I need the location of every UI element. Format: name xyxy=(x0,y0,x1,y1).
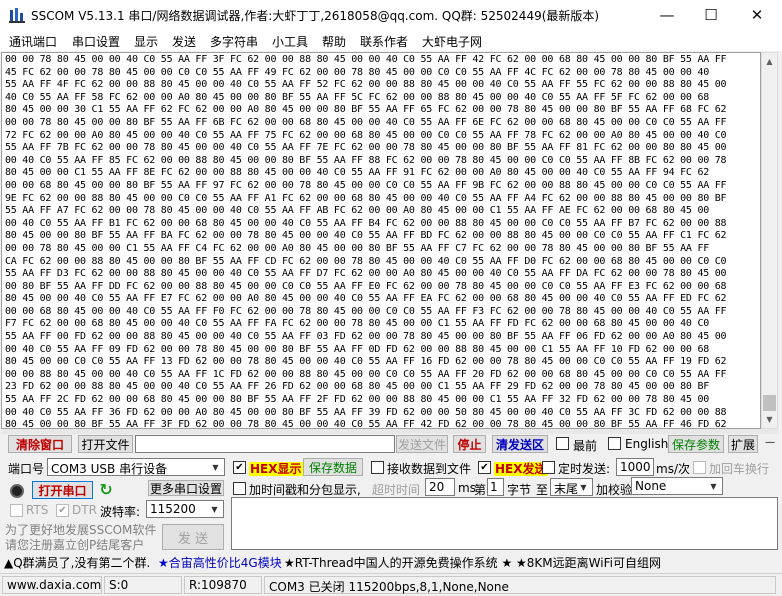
close-icon: ✕ xyxy=(750,6,764,24)
status-bar: www.daxia.com S:0 R:109870 COM3 已关闭 1152… xyxy=(0,573,782,596)
frontmost-label: 最前 xyxy=(573,439,598,453)
menu-comm-port[interactable]: 通讯端口 xyxy=(9,33,57,50)
menu-tools[interactable]: 小工具 xyxy=(272,33,308,50)
horizontal-scrollbar[interactable] xyxy=(1,429,778,434)
scroll-down-icon[interactable]: ▼ xyxy=(762,411,777,428)
byte-prefix: 第 xyxy=(474,483,487,497)
menu-serial-settings[interactable]: 串口设置 xyxy=(72,33,120,50)
close-button[interactable]: ✕ xyxy=(734,0,780,30)
byte-suffix: 字节 xyxy=(507,483,532,497)
timed-send-checkbox[interactable] xyxy=(542,461,555,474)
rts-checkbox[interactable] xyxy=(10,504,23,517)
ad-4g-module[interactable]: ★合宙高性价比4G模块 xyxy=(158,554,282,571)
hex-send-label: HEX发送 xyxy=(494,462,548,476)
menu-contact-author[interactable]: 联系作者 xyxy=(360,33,408,50)
recv-to-file-label: 接收数据到文件 xyxy=(387,462,472,476)
expand-button[interactable]: 扩展 xyxy=(728,435,758,453)
baud-select[interactable]: 115200 ▼ xyxy=(146,500,224,518)
chevron-down-icon: ▼ xyxy=(710,481,717,491)
status-send-count: S:0 xyxy=(104,576,182,594)
checksum-select[interactable]: None ▼ xyxy=(631,477,723,495)
ad-rtthread[interactable]: ★RT-Thread中国人的开源免费操作系统 ★ ★8KM远距离WiFi可自组网 xyxy=(284,554,661,571)
port-select[interactable]: COM3 USB 串行设备 ▼ xyxy=(47,458,225,476)
chevron-down-icon: ▼ xyxy=(212,462,219,472)
menu-daxia-site[interactable]: 大虾电子网 xyxy=(422,33,482,50)
send-file-button[interactable]: 发送文件 xyxy=(396,435,448,453)
minimize-button[interactable]: — xyxy=(644,0,690,30)
hex-display-checkbox[interactable]: ✔ xyxy=(233,461,246,474)
port-status-icon xyxy=(10,484,24,498)
to-label: 至 xyxy=(536,483,549,497)
port-number-label: 端口号 xyxy=(8,462,45,476)
add-crlf-checkbox[interactable] xyxy=(693,461,706,474)
interval-unit: ms/次 xyxy=(656,462,690,476)
end-select-value: 末尾 xyxy=(554,482,579,496)
receive-data-text: 00 00 78 80 45 00 00 40 C0 55 AA FF 3F F… xyxy=(5,54,727,429)
port-select-value: COM3 USB 串行设备 xyxy=(51,462,168,476)
menu-bar: 通讯端口 串口设置 显示 发送 多字符串 小工具 帮助 联系作者 大虾电子网 xyxy=(0,30,782,51)
menu-display[interactable]: 显示 xyxy=(134,33,158,50)
save-params-button[interactable]: 保存参数 xyxy=(668,435,724,453)
status-port-state: COM3 已关闭 115200bps,8,1,None,None xyxy=(264,576,776,594)
vertical-scrollbar[interactable]: ▲ ▼ xyxy=(761,52,778,429)
add-crlf-label: 加回车换行 xyxy=(709,462,770,476)
refresh-icon[interactable]: ↻ xyxy=(97,480,115,499)
menu-multi-string[interactable]: 多字符串 xyxy=(210,33,258,50)
collapse-icon[interactable]: — xyxy=(762,437,778,451)
ad-bar: ▲Q群满员了,没有第二个群. ★合宙高性价比4G模块 ★RT-Thread中国人… xyxy=(0,551,782,570)
checksum-select-value: None xyxy=(635,479,667,493)
menu-send[interactable]: 发送 xyxy=(172,33,196,50)
scroll-thumb[interactable] xyxy=(763,395,776,411)
timeout-input[interactable]: 20 xyxy=(425,478,455,496)
timestamp-checkbox[interactable] xyxy=(233,482,246,495)
chevron-down-icon: ▼ xyxy=(580,482,587,492)
send-text-area[interactable] xyxy=(231,497,778,550)
minimize-icon: — xyxy=(659,6,675,24)
send-button[interactable]: 发 送 xyxy=(162,524,224,550)
baud-label: 波特率: xyxy=(100,505,141,519)
menu-help[interactable]: 帮助 xyxy=(322,33,346,50)
more-settings-button[interactable]: 更多串口设置 xyxy=(148,480,224,496)
english-checkbox[interactable] xyxy=(608,437,621,450)
dtr-label: DTR xyxy=(72,503,97,517)
checksum-label: 加校验 xyxy=(596,483,633,497)
chevron-down-icon: ▼ xyxy=(211,504,218,514)
hex-send-checkbox[interactable]: ✔ xyxy=(478,461,491,474)
open-file-button[interactable]: 打开文件 xyxy=(78,435,133,453)
scroll-up-icon[interactable]: ▲ xyxy=(762,53,777,70)
english-label: English xyxy=(625,437,669,451)
receive-data-area[interactable]: 00 00 78 80 45 00 00 40 C0 55 AA FF 3F F… xyxy=(1,52,761,429)
clear-window-button[interactable]: 清除窗口 xyxy=(8,435,72,453)
hex-display-label: HEX显示 xyxy=(249,462,303,476)
recv-to-file-checkbox[interactable] xyxy=(371,461,384,474)
timed-send-label: 定时发送: xyxy=(558,462,611,476)
title-bar[interactable]: SSCOM V5.13.1 串口/网络数据调试器,作者:大虾丁丁,2618058… xyxy=(0,0,782,30)
stop-button[interactable]: 停止 xyxy=(453,435,486,453)
byte-index-input[interactable]: 1 xyxy=(487,478,504,496)
rts-label: RTS xyxy=(26,503,49,517)
app-icon xyxy=(9,8,25,23)
window-title: SSCOM V5.13.1 串口/网络数据调试器,作者:大虾丁丁,2618058… xyxy=(31,9,600,23)
maximize-button[interactable]: ☐ xyxy=(688,0,734,30)
ad-group-notice[interactable]: ▲Q群满员了,没有第二个群. xyxy=(4,554,150,571)
save-data-button[interactable]: 保存数据 xyxy=(303,458,363,476)
dtr-checkbox[interactable]: ✔ xyxy=(56,504,69,517)
status-website[interactable]: www.daxia.com xyxy=(2,576,102,594)
open-port-button[interactable]: 打开串口 xyxy=(32,481,93,499)
clear-send-area-button[interactable]: 清发送区 xyxy=(492,435,548,453)
interval-input[interactable]: 1000 xyxy=(616,458,654,476)
timeout-label: 超时时间 xyxy=(372,483,421,497)
file-path-input[interactable] xyxy=(135,435,395,453)
baud-select-value: 115200 xyxy=(150,502,196,516)
frontmost-checkbox[interactable] xyxy=(556,437,569,450)
end-select[interactable]: 末尾 ▼ xyxy=(550,478,593,496)
maximize-icon: ☐ xyxy=(704,6,718,24)
status-recv-count: R:109870 xyxy=(184,576,262,594)
timestamp-label: 加时间戳和分包显示, xyxy=(249,483,361,497)
